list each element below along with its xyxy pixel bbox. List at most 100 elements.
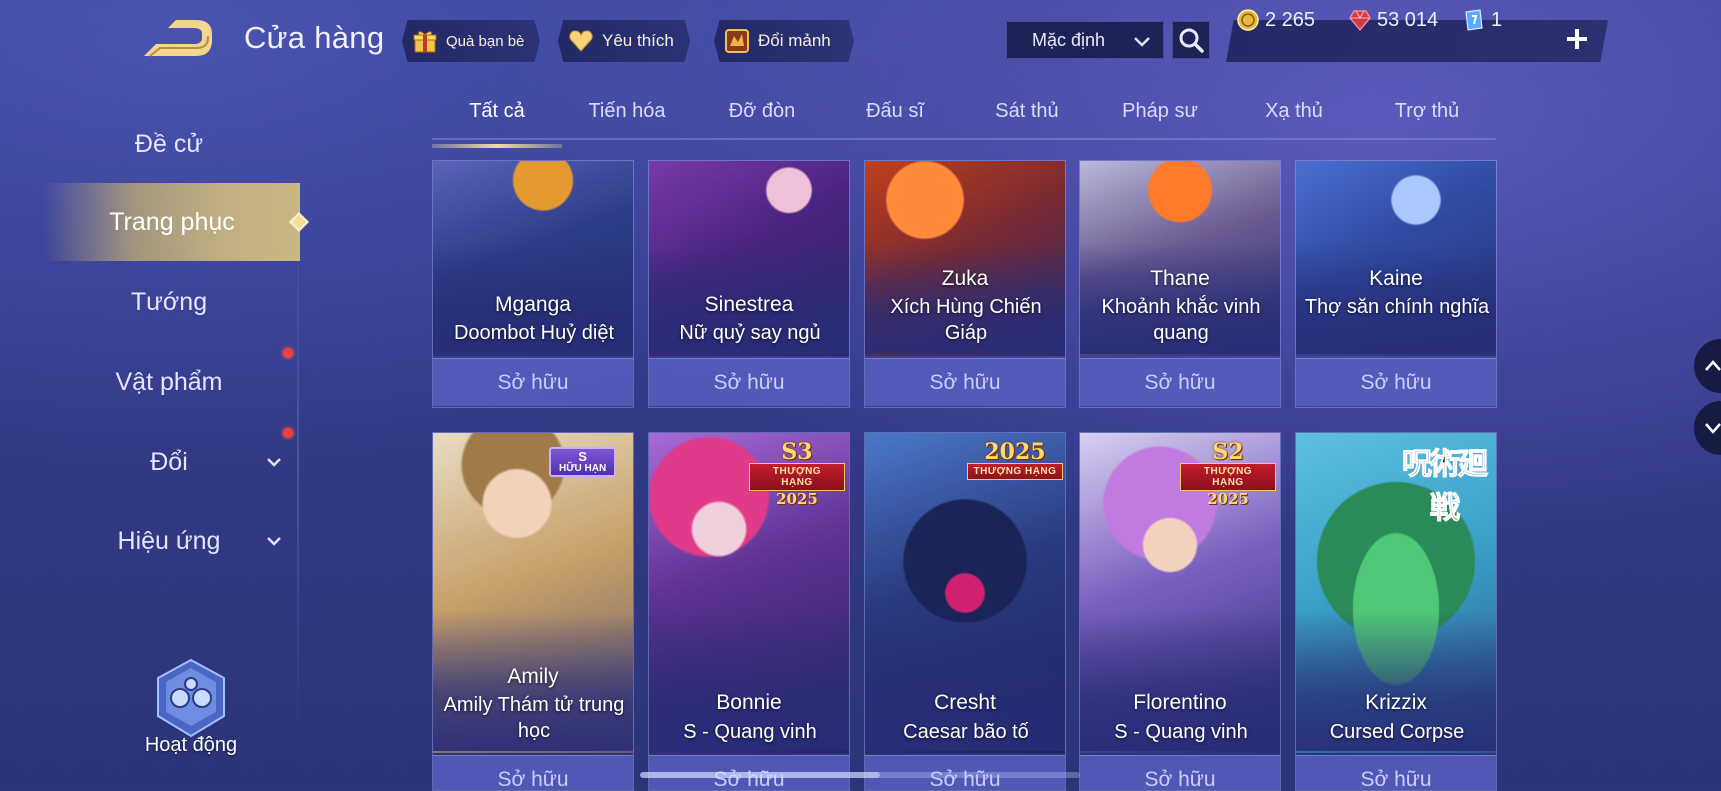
skin-name: S - Quang vinh: [1114, 721, 1248, 743]
tab-assassin[interactable]: Sát thủ: [962, 100, 1092, 138]
heart-icon: [569, 30, 593, 52]
hero-name: Amily: [507, 665, 559, 688]
hero-name: Sinestrea: [704, 293, 794, 316]
skin-name: Khoảnh khắc vinh quang: [1101, 296, 1261, 344]
skin-card[interactable]: Thane Khoảnh khắc vinh quang Sở hữu: [1079, 160, 1281, 408]
tab-marksman[interactable]: Xạ thủ: [1229, 100, 1359, 138]
owned-label: Sở hữu: [1296, 358, 1496, 406]
skin-card[interactable]: 呪術廻戦 Krizzix Cursed Corpse Sở hữu: [1295, 432, 1497, 791]
shard-exchange-button[interactable]: Đổi mảnh: [714, 20, 854, 62]
plus-icon: [1567, 29, 1587, 49]
year-label: 2025: [984, 439, 1046, 465]
back-icon: [144, 20, 212, 57]
hero-name: Bonnie: [716, 691, 782, 714]
skin-name: Thợ săn chính nghĩa: [1304, 296, 1490, 318]
owned-label: Sở hữu: [1296, 755, 1496, 790]
top-bar: Cửa hàng Quà bạn bè Yêu thích Đổi mảnh M…: [0, 0, 1721, 84]
hero-name: Kaine: [1369, 267, 1423, 290]
skin-name: Xích Hùng Chiến Giáp: [890, 296, 1042, 344]
skin-name: S - Quang vinh: [683, 721, 817, 743]
collab-logo: 呪術廻戦: [1402, 447, 1489, 527]
skin-name: Caesar bão tố: [903, 721, 1029, 743]
sidebar-item-effects[interactable]: Hiệu ứng: [40, 517, 298, 565]
limited-badge-top: S: [578, 449, 587, 464]
shard-exchange-label: Đổi mảnh: [758, 31, 831, 50]
search-icon: [1179, 28, 1204, 53]
sort-dropdown[interactable]: Mặc định: [1006, 21, 1164, 59]
chevron-up-icon: [1705, 360, 1721, 371]
tab-mage[interactable]: Pháp sư: [1095, 100, 1225, 138]
chevron-down-icon: [267, 537, 281, 546]
tab-evolution[interactable]: Tiến hóa: [562, 100, 692, 138]
skin-card[interactable]: Zuka Xích Hùng Chiến Giáp Sở hữu: [864, 160, 1066, 408]
tab-label: Đỡ đòn: [728, 100, 796, 122]
hero-name: Mganga: [495, 293, 571, 316]
scrollbar-thumb[interactable]: [640, 772, 880, 778]
owned-label: Sở hữu: [865, 358, 1065, 406]
tab-label: Xạ thủ: [1265, 100, 1323, 122]
skin-name: Cursed Corpse: [1329, 721, 1465, 743]
skin-card[interactable]: 2025 THƯỢNG HẠNG Cresht Caesar bão tố Sở…: [864, 432, 1066, 791]
sidebar-item-items[interactable]: Vật phẩm: [40, 358, 298, 406]
sort-value: Mặc định: [1032, 29, 1106, 50]
limited-badge: S HỮU HẠN: [549, 447, 617, 477]
tab-fighter[interactable]: Đấu sĩ: [830, 100, 960, 138]
tab-tank[interactable]: Đỡ đòn: [697, 100, 827, 138]
skin-card[interactable]: Mganga Doombot Huỷ diệt Sở hữu: [432, 160, 634, 408]
hero-name: Florentino: [1133, 691, 1227, 714]
voucher-amount: 1: [1491, 8, 1503, 31]
skin-card[interactable]: S3 THƯỢNG HẠNG 2025 Bonnie S - Quang vin…: [648, 432, 850, 791]
ranked-season-badge: S3 THƯỢNG HẠNG 2025: [749, 441, 845, 507]
owned-label: Sở hữu: [1080, 755, 1280, 790]
skin-card[interactable]: Sinestrea Nữ quỷ say ngủ Sở hữu: [648, 160, 850, 408]
ruby-balance: 53 014: [1348, 8, 1438, 32]
hero-name: Zuka: [941, 267, 989, 290]
skin-card[interactable]: S2 THƯỢNG HẠNG 2025 Florentino S - Quang…: [1079, 432, 1281, 791]
limited-badge-bottom: HỮU HẠN: [559, 463, 607, 474]
rank-label: THƯỢNG HẠNG: [1180, 463, 1276, 491]
owned-label: Sở hữu: [649, 358, 849, 406]
page-title: Cửa hàng: [244, 20, 385, 55]
season-label: S3: [781, 439, 813, 465]
sidebar-item-label: Trang phục: [109, 207, 235, 236]
active-marker-icon: [289, 212, 309, 232]
skin-name: Amily Thám tử trung học: [443, 694, 625, 742]
gift-icon: [413, 31, 437, 53]
sidebar-item-costumes[interactable]: Trang phục: [44, 183, 309, 261]
tab-support[interactable]: Trợ thủ: [1362, 100, 1492, 138]
skin-name: Nữ quỷ say ngủ: [679, 322, 821, 344]
hero-name: Cresht: [934, 691, 996, 714]
gold-coin-icon: [1237, 9, 1259, 31]
back-button[interactable]: [142, 20, 214, 58]
add-currency-button[interactable]: [1562, 22, 1592, 56]
scroll-down-button[interactable]: [1694, 401, 1721, 455]
tab-all[interactable]: Tất cả: [432, 100, 562, 148]
year-label: 2025: [1207, 490, 1249, 508]
notification-dot: [283, 428, 293, 438]
gold-amount: 2 265: [1265, 8, 1316, 31]
tab-label: Tiến hóa: [588, 100, 666, 122]
tab-label: Tất cả: [469, 100, 525, 122]
sidebar-item-exchange[interactable]: Đổi: [40, 438, 298, 486]
sidebar-item-label: Đổi: [150, 447, 188, 476]
scroll-up-button[interactable]: [1694, 339, 1721, 393]
horizontal-scrollbar[interactable]: [640, 772, 1080, 778]
favorite-button[interactable]: Yêu thích: [558, 20, 690, 62]
chevron-down-icon: [1134, 37, 1150, 47]
sidebar-item-heroes[interactable]: Tướng: [40, 278, 298, 326]
sidebar-item-label: Hiệu ứng: [117, 526, 221, 555]
rank-label: THƯỢNG HẠNG: [749, 463, 845, 491]
sidebar-item-recommended[interactable]: Đề cử: [40, 120, 298, 168]
skin-card[interactable]: S HỮU HẠN Amily Amily Thám tử trung học …: [432, 432, 634, 791]
activity-button[interactable]: Hoạt động: [120, 654, 262, 757]
skin-card[interactable]: Kaine Thợ săn chính nghĩa Sở hữu: [1295, 160, 1497, 408]
active-tab-indicator: [432, 144, 562, 148]
search-button[interactable]: [1172, 21, 1210, 59]
ranked-season-badge: S2 THƯỢNG HẠNG 2025: [1180, 441, 1276, 507]
ruby-icon: [1349, 10, 1371, 31]
chevron-down-icon: [267, 458, 281, 467]
friend-gift-button[interactable]: Quà bạn bè: [402, 20, 540, 62]
chevron-down-icon: [1705, 423, 1721, 434]
activity-icon: [157, 658, 225, 738]
rank-label: THƯỢNG HẠNG: [966, 463, 1064, 480]
